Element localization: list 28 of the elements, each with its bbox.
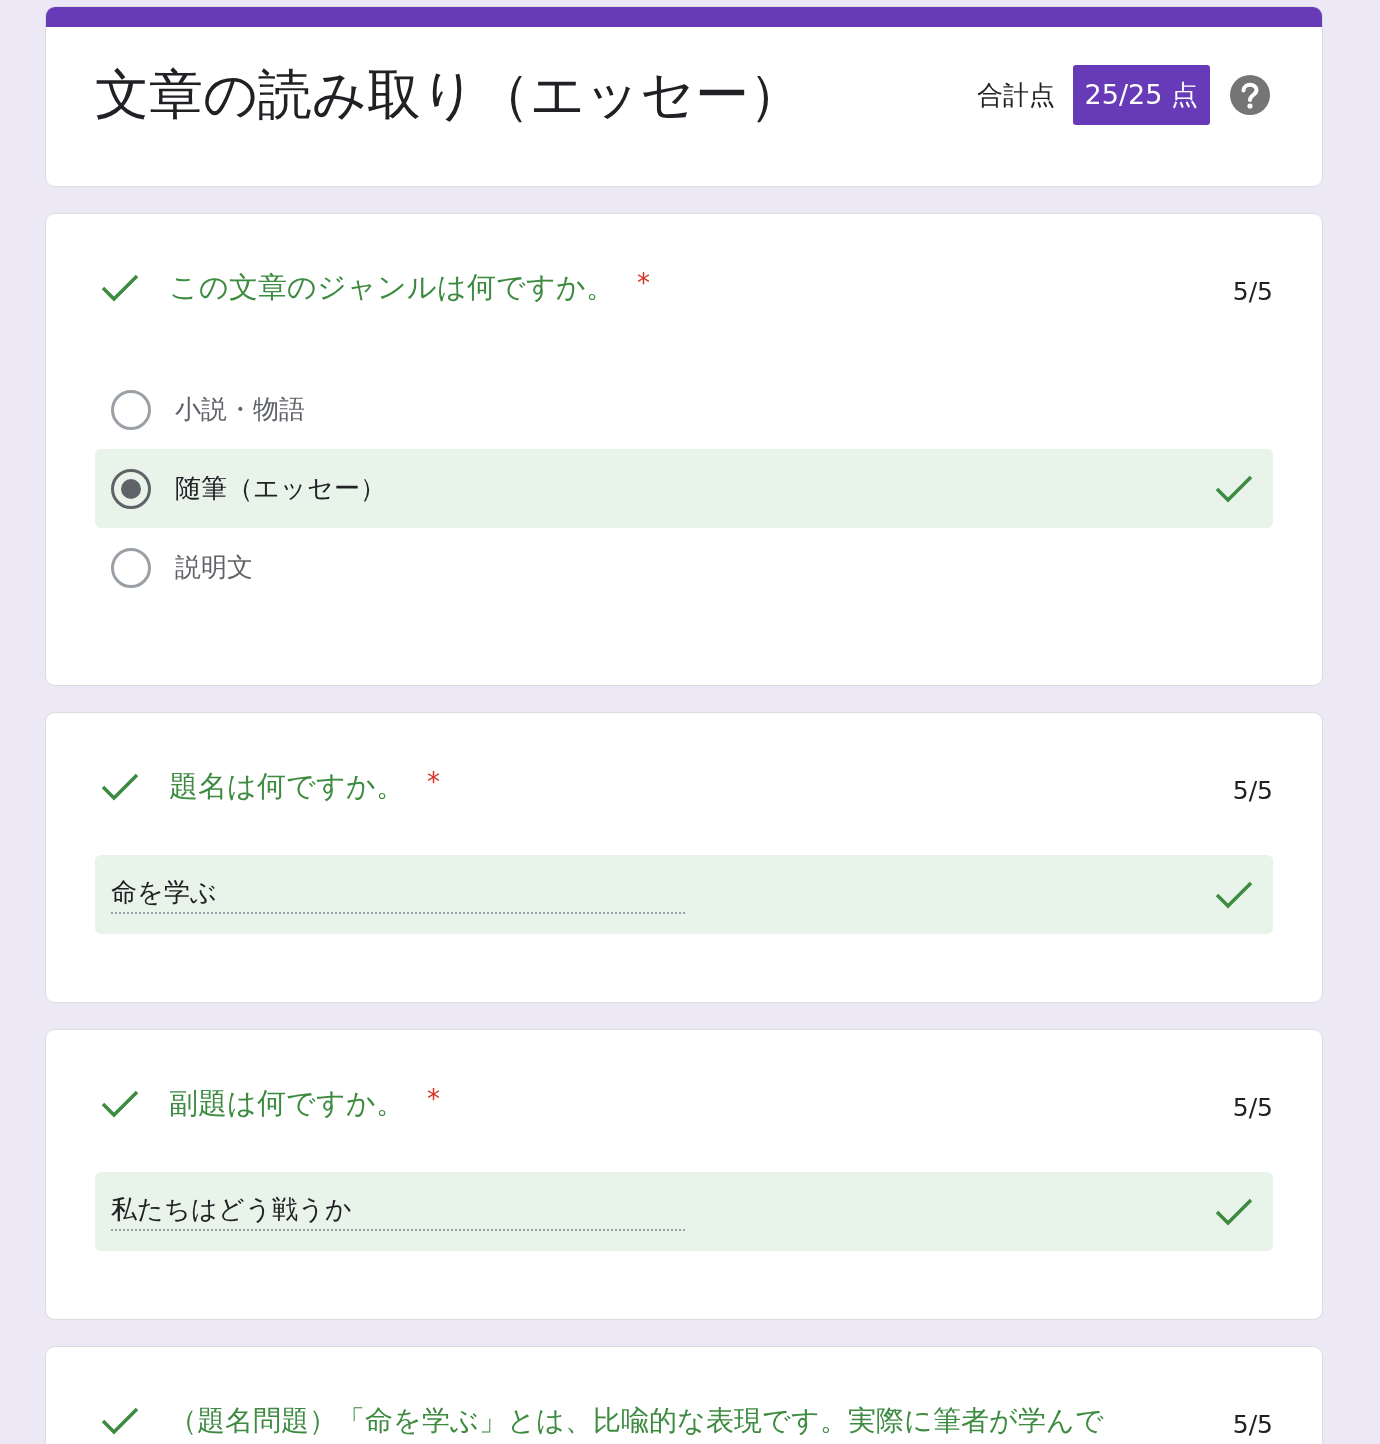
answer-text: 私たちはどう戦うか <box>111 1192 685 1231</box>
radio-button[interactable] <box>111 468 151 509</box>
option-label: 随筆（エッセー） <box>175 472 387 505</box>
points-label: 5/5 <box>1232 775 1273 805</box>
option-row[interactable]: 説明文 <box>95 528 1273 607</box>
selected-option-row[interactable]: 随筆（エッセー） <box>95 449 1273 528</box>
required-mark: * <box>427 767 440 797</box>
required-mark: * <box>637 268 650 298</box>
question-title: 副題は何ですか。 <box>169 1085 405 1122</box>
points-label: 5/5 <box>1232 1409 1273 1439</box>
points-label: 5/5 <box>1232 276 1273 306</box>
question-title: （題名問題）「命を学ぶ」とは、比喩的な表現です。実際に筆者が学んで <box>169 1403 1104 1439</box>
question-title: 題名は何ですか。 <box>169 768 405 805</box>
option-row[interactable]: 小説・物語 <box>95 370 1273 449</box>
score-badge: 25/25 点 <box>1072 65 1210 125</box>
answer-text: 命を学ぶ <box>111 875 685 914</box>
checkmark-icon <box>1215 1196 1253 1227</box>
question-title: この文章のジャンルは何ですか。 <box>169 269 615 306</box>
form-title: 文章の読み取り（エッセー） <box>95 62 803 128</box>
option-label: 小説・物語 <box>175 393 306 426</box>
radio-button[interactable] <box>111 547 151 588</box>
checkmark-icon <box>1215 879 1253 910</box>
total-label: 合計点 <box>976 78 1055 112</box>
radio-button[interactable] <box>111 389 151 430</box>
option-label: 説明文 <box>175 551 254 584</box>
help-icon[interactable] <box>1230 75 1270 115</box>
required-mark: * <box>427 1084 440 1114</box>
points-label: 5/5 <box>1232 1092 1273 1122</box>
